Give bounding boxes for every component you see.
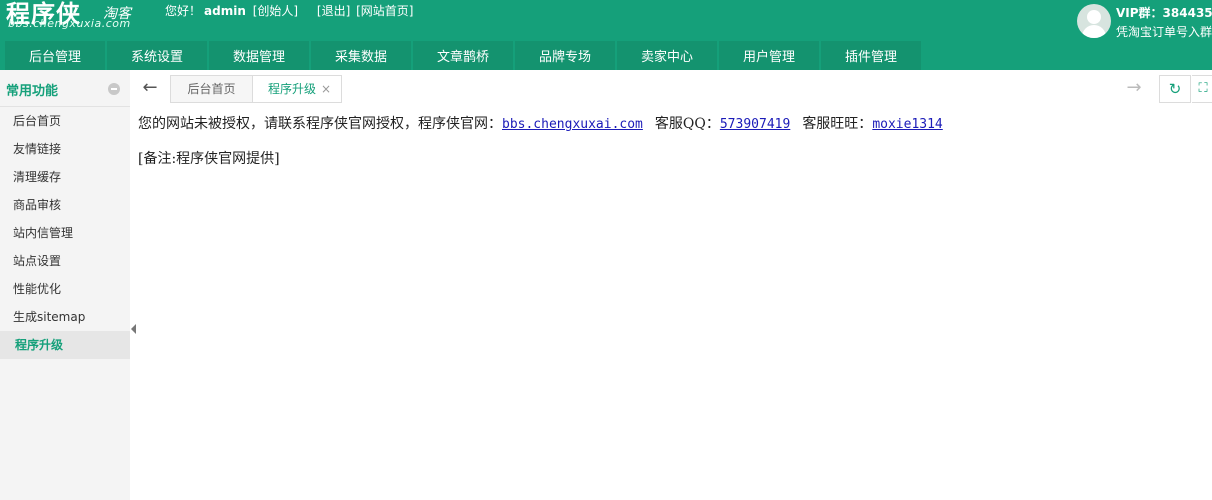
user-role: [创始人] (252, 4, 299, 18)
tab-upgrade-label: 程序升级 (268, 82, 317, 96)
license-notice: 您的网站未被授权，请联系程序侠官网授权，程序侠官网：bbs.chengxuxai… (138, 112, 1198, 136)
close-icon[interactable]: × (321, 76, 331, 102)
nav-item-brand-special[interactable]: 品牌专场 (515, 41, 615, 70)
sidebar-item-product-review[interactable]: 商品审核 (0, 191, 130, 219)
sidebar: 常用功能 后台首页 友情链接 清理缓存 商品审核 站内信管理 站点设置 性能优化… (0, 70, 130, 500)
nav-item-system-settings[interactable]: 系统设置 (107, 41, 207, 70)
logout-link[interactable]: [退出] (317, 4, 350, 18)
wangwang-link[interactable]: moxie1314 (872, 117, 942, 132)
sidebar-item-admin-home[interactable]: 后台首页 (0, 107, 130, 135)
nav-item-article-bridge[interactable]: 文章鹊桥 (413, 41, 513, 70)
nav-item-plugin-management[interactable]: 插件管理 (821, 41, 921, 70)
remark-text: [备注:程序侠官网提供] (138, 151, 280, 167)
main-content: 您的网站未被授权，请联系程序侠官网授权，程序侠官网：bbs.chengxuxai… (138, 112, 1198, 171)
vip-group-text: VIP群：38443561 (1116, 6, 1212, 20)
sidebar-menu: 后台首页 友情链接 清理缓存 商品审核 站内信管理 站点设置 性能优化 生成si… (0, 107, 130, 359)
tab-admin-home[interactable]: 后台首页 (170, 75, 253, 103)
logo-url-text: bbs.chengxuxia.com (8, 17, 131, 30)
user-bar: 您好！ admin [创始人] [退出] [网站首页] (165, 2, 413, 19)
sidebar-title: 常用功能 (6, 84, 59, 99)
wangwang-label: 客服旺旺： (802, 116, 873, 132)
greeting-text: 您好！ (165, 4, 202, 18)
sidebar-header: 常用功能 (0, 70, 130, 107)
caret-left-icon[interactable] (131, 324, 136, 334)
main-nav: 后台管理 系统设置 数据管理 采集数据 文章鹊桥 品牌专场 卖家中心 用户管理 … (5, 41, 923, 70)
user-avatar-icon[interactable] (1077, 4, 1111, 38)
arrow-right-icon[interactable]: → (1124, 78, 1144, 98)
official-site-link[interactable]: bbs.chengxuxai.com (502, 117, 643, 132)
nav-item-data-management[interactable]: 数据管理 (209, 41, 309, 70)
tab-bar: ← 后台首页 程序升级 × → ↻ ⛶ (130, 70, 1212, 107)
sidebar-item-clear-cache[interactable]: 清理缓存 (0, 163, 130, 191)
sidebar-item-performance[interactable]: 性能优化 (0, 275, 130, 303)
top-header: 程序侠 淘客 bbs.chengxuxia.com 您好！ admin [创始人]… (0, 0, 1212, 70)
vip-note-text: 凭淘宝订单号入群 (1116, 25, 1212, 39)
site-home-link[interactable]: [网站首页] (356, 4, 413, 18)
sidebar-item-friend-links[interactable]: 友情链接 (0, 135, 130, 163)
fullscreen-icon[interactable]: ⛶ (1192, 75, 1212, 103)
tab-upgrade[interactable]: 程序升级 × (252, 75, 342, 103)
arrow-left-icon[interactable]: ← (140, 78, 160, 98)
refresh-icon[interactable]: ↻ (1159, 75, 1191, 103)
minus-circle-icon[interactable] (108, 83, 120, 95)
sidebar-item-upgrade[interactable]: 程序升级 (0, 331, 130, 359)
sidebar-item-sitemap[interactable]: 生成sitemap (0, 303, 130, 331)
qq-label: 客服QQ： (654, 116, 720, 132)
sidebar-item-site-settings[interactable]: 站点设置 (0, 247, 130, 275)
qq-link[interactable]: 573907419 (720, 117, 790, 132)
nav-item-collect-data[interactable]: 采集数据 (311, 41, 411, 70)
nav-item-seller-center[interactable]: 卖家中心 (617, 41, 717, 70)
nav-item-user-management[interactable]: 用户管理 (719, 41, 819, 70)
site-logo[interactable]: 程序侠 淘客 bbs.chengxuxia.com (6, 0, 146, 34)
nav-item-admin[interactable]: 后台管理 (5, 41, 105, 70)
username: admin (204, 4, 246, 18)
notice-text: 您的网站未被授权，请联系程序侠官网授权，程序侠官网： (138, 116, 502, 132)
sidebar-item-messages[interactable]: 站内信管理 (0, 219, 130, 247)
